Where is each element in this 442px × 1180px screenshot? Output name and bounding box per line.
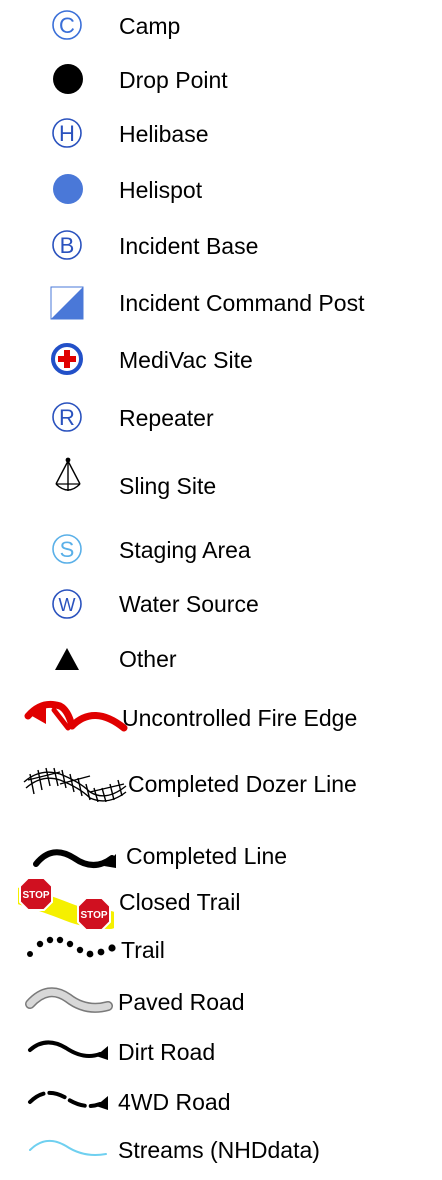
legend-item-completed-dozer-line: Completed Dozer Line [0, 760, 442, 810]
legend-item-paved-road: Paved Road [0, 980, 442, 1030]
completed-line-icon [32, 840, 118, 876]
trail-dots-icon [24, 932, 120, 962]
circle-r-icon: R [50, 400, 84, 434]
stream-line-icon [26, 1132, 112, 1164]
legend-label: Completed Line [126, 843, 288, 869]
legend-item-trail: Trail [0, 930, 442, 980]
legend-item-drop-point: Drop Point [0, 56, 442, 106]
legend-label: Repeater [119, 405, 214, 431]
legend-label: Trail [121, 937, 165, 963]
legend-item-uncontrolled-fire-edge: Uncontrolled Fire Edge [0, 690, 442, 740]
svg-text:W: W [59, 595, 76, 615]
black-dot-icon [51, 62, 85, 96]
legend-label: Helibase [119, 121, 209, 147]
legend-item-medivac-site: MediVac Site [0, 336, 442, 386]
stop-sign-text: STOP [22, 890, 49, 901]
legend-label: Completed Dozer Line [128, 771, 357, 797]
blue-dot-icon [51, 172, 85, 206]
legend-label: Camp [119, 13, 181, 39]
legend-item-helibase: H Helibase [0, 110, 442, 160]
svg-text:R: R [59, 405, 75, 430]
legend-item-4wd-road: 4WD Road [0, 1082, 442, 1132]
legend-label: MediVac Site [119, 347, 253, 373]
black-triangle-icon [53, 646, 81, 672]
svg-text:S: S [60, 537, 75, 562]
map-legend: C Camp Drop Point H Helibase Helispot B … [0, 0, 442, 1173]
4wd-road-icon [26, 1084, 112, 1116]
circle-w-icon: W [50, 587, 84, 621]
legend-item-incident-base: B Incident Base [0, 222, 442, 272]
command-post-icon [50, 286, 84, 320]
stop-sign-text: STOP [80, 910, 107, 921]
legend-label: Incident Command Post [119, 290, 365, 316]
legend-label: Helispot [119, 177, 203, 203]
legend-label: Sling Site [119, 473, 217, 499]
legend-label: Staging Area [119, 537, 251, 563]
legend-label: Water Source [119, 591, 259, 617]
dirt-road-icon [26, 1034, 112, 1066]
svg-text:C: C [59, 13, 75, 38]
sling-site-icon [52, 456, 84, 494]
legend-item-repeater: R Repeater [0, 394, 442, 444]
legend-item-dirt-road: Dirt Road [0, 1032, 442, 1082]
legend-item-incident-command-post: Incident Command Post [0, 280, 442, 330]
legend-label: Streams (NHDdata) [118, 1137, 320, 1163]
legend-item-helispot: Helispot [0, 166, 442, 216]
legend-label: 4WD Road [118, 1089, 231, 1115]
closed-trail-icon: STOP STOP [18, 876, 114, 932]
legend-item-camp: C Camp [0, 0, 442, 50]
legend-label: Other [119, 646, 177, 672]
legend-item-water-source: W Water Source [0, 585, 442, 635]
svg-text:B: B [60, 233, 75, 258]
legend-item-other: Other [0, 640, 442, 690]
dozer-line-icon [20, 762, 132, 802]
legend-label: Paved Road [118, 989, 245, 1015]
paved-road-icon [24, 982, 114, 1018]
circle-b-icon: B [50, 228, 84, 262]
circle-s-icon: S [50, 532, 84, 566]
circle-c-icon: C [50, 8, 84, 42]
circle-h-icon: H [50, 116, 84, 150]
fire-edge-line-icon [24, 694, 134, 738]
legend-label: Uncontrolled Fire Edge [122, 705, 358, 731]
legend-item-staging-area: S Staging Area [0, 530, 442, 580]
medivac-cross-icon [50, 342, 84, 376]
legend-label: Closed Trail [119, 889, 241, 915]
legend-label: Incident Base [119, 233, 259, 259]
legend-item-sling-site: Sling Site [0, 452, 442, 502]
svg-text:H: H [59, 121, 75, 146]
legend-label: Dirt Road [118, 1039, 216, 1065]
legend-item-closed-trail: STOP STOP Closed Trail [0, 876, 442, 931]
legend-label: Drop Point [119, 67, 228, 93]
